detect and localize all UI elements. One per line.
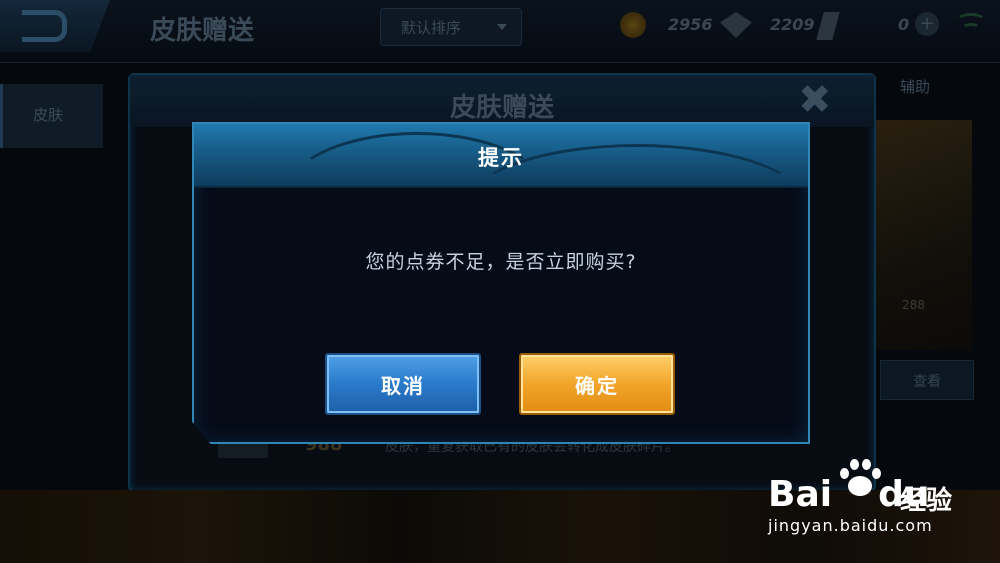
- baidu-jingyan-watermark: Bai du 经验 jingyan.baidu.com: [768, 454, 988, 544]
- gem-value: 2209: [770, 15, 815, 34]
- skin-card[interactable]: 288: [872, 120, 972, 350]
- wifi-icon: [956, 13, 986, 34]
- modal-message: 您的点券不足，是否立即购买?: [365, 251, 637, 273]
- view-button[interactable]: 查看: [880, 360, 974, 400]
- modal-title: 提示: [478, 146, 524, 170]
- top-bar: 皮肤赠送 默认排序 2956 2209 0 +: [0, 0, 1000, 63]
- watermark-brand-cn: 经验: [900, 486, 953, 516]
- recharge-plus-button[interactable]: +: [915, 12, 939, 36]
- page-title: 皮肤赠送: [150, 16, 255, 46]
- back-arrow-icon: [22, 10, 67, 42]
- voucher-icon: [816, 12, 840, 40]
- view-button-label: 查看: [913, 374, 941, 390]
- back-button[interactable]: [0, 0, 110, 52]
- chevron-down-icon: [497, 24, 507, 30]
- tab-skins[interactable]: 皮肤: [0, 84, 103, 148]
- voucher-value: 0: [898, 15, 910, 34]
- gift-skin-dialog-title: 皮肤赠送: [449, 93, 554, 123]
- modal-header: 提示: [194, 124, 808, 188]
- diamond-icon: [720, 12, 752, 38]
- sort-dropdown-label: 默认排序: [401, 19, 462, 37]
- sort-dropdown[interactable]: 默认排序: [380, 8, 522, 46]
- tab-support-label: 辅助: [900, 78, 931, 96]
- close-icon[interactable]: ✖: [798, 80, 832, 120]
- gold-value: 2956: [668, 15, 713, 34]
- gold-coin-icon: [620, 12, 646, 38]
- insufficient-vouchers-modal: 提示 您的点券不足，是否立即购买? 取消 确定: [192, 122, 810, 444]
- tab-support[interactable]: 辅助: [880, 70, 980, 106]
- tab-skins-label: 皮肤: [33, 106, 64, 124]
- skin-card-price: 288: [902, 298, 925, 312]
- gift-skin-dialog-header: 皮肤赠送: [130, 75, 874, 127]
- confirm-button[interactable]: 确定: [519, 353, 675, 415]
- cancel-button[interactable]: 取消: [325, 353, 481, 415]
- watermark-url: jingyan.baidu.com: [768, 516, 933, 535]
